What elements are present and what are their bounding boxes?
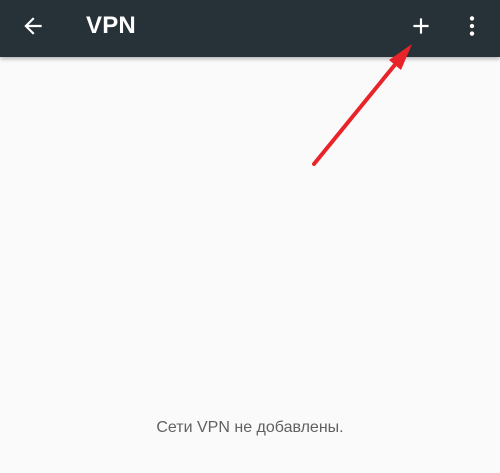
- plus-icon: [413, 18, 429, 34]
- empty-state-message: Сети VPN не добавлены.: [156, 419, 344, 436]
- add-vpn-button[interactable]: [397, 0, 445, 52]
- more-options-button[interactable]: [449, 0, 495, 52]
- vpn-list-area: Сети VPN не добавлены.: [0, 57, 500, 473]
- page-title: VPN: [86, 12, 136, 39]
- app-toolbar: VPN: [0, 0, 500, 57]
- arrow-back-icon: [24, 17, 42, 35]
- more-vert-icon: [469, 16, 475, 36]
- back-button[interactable]: [9, 0, 57, 52]
